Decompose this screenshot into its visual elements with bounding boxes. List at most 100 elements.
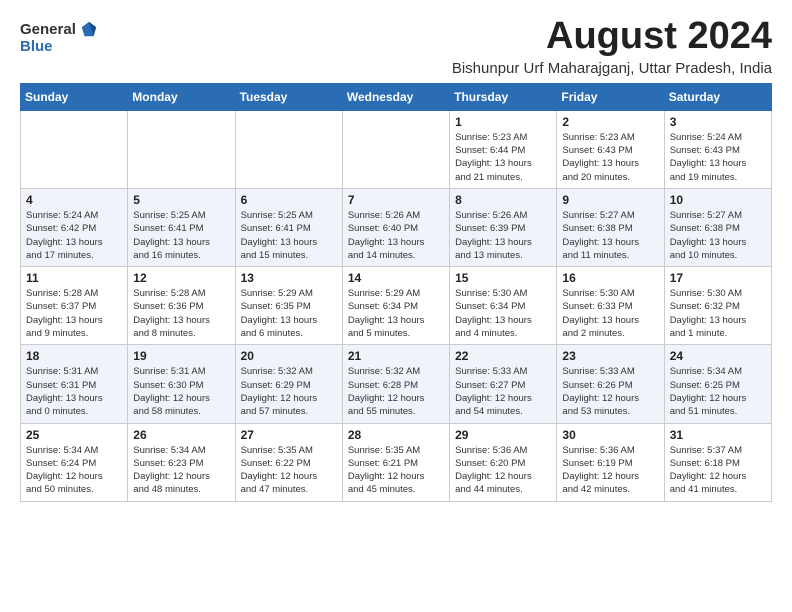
day-info: Sunrise: 5:23 AM Sunset: 6:43 PM Dayligh… bbox=[562, 131, 658, 184]
calendar-header-friday: Friday bbox=[557, 83, 664, 110]
day-number: 29 bbox=[455, 428, 551, 442]
day-number: 12 bbox=[133, 271, 229, 285]
day-number: 3 bbox=[670, 115, 766, 129]
calendar-week-row: 11Sunrise: 5:28 AM Sunset: 6:37 PM Dayli… bbox=[21, 267, 772, 345]
calendar-cell: 31 Sunrise: 5:37 AM Sunset: 6:18 PM Dayli… bbox=[664, 423, 771, 501]
day-number: 22 bbox=[455, 349, 551, 363]
day-info: Sunrise: 5:24 AM Sunset: 6:43 PM Dayligh… bbox=[670, 131, 766, 184]
day-info: Sunrise: 5:23 AM Sunset: 6:44 PM Dayligh… bbox=[455, 131, 551, 184]
calendar-cell: 17 Sunrise: 5:30 AM Sunset: 6:32 PM Dayli… bbox=[664, 267, 771, 345]
day-number: 7 bbox=[348, 193, 444, 207]
day-info: Sunrise: 5:29 AM Sunset: 6:35 PM Dayligh… bbox=[241, 287, 337, 340]
day-info: Sunrise: 5:30 AM Sunset: 6:33 PM Dayligh… bbox=[562, 287, 658, 340]
day-number: 18 bbox=[26, 349, 122, 363]
calendar-cell: 6 Sunrise: 5:25 AM Sunset: 6:41 PM Daylig… bbox=[235, 188, 342, 266]
calendar-cell bbox=[342, 110, 449, 188]
calendar-week-row: 4Sunrise: 5:24 AM Sunset: 6:42 PM Daylig… bbox=[21, 188, 772, 266]
day-number: 11 bbox=[26, 271, 122, 285]
calendar-cell: 14Sunrise: 5:29 AM Sunset: 6:34 PM Dayli… bbox=[342, 267, 449, 345]
calendar-cell: 11Sunrise: 5:28 AM Sunset: 6:37 PM Dayli… bbox=[21, 267, 128, 345]
day-number: 17 bbox=[670, 271, 766, 285]
day-number: 2 bbox=[562, 115, 658, 129]
month-title: August 2024 bbox=[452, 16, 772, 58]
calendar-cell: 10 Sunrise: 5:27 AM Sunset: 6:38 PM Dayli… bbox=[664, 188, 771, 266]
calendar-cell: 21 Sunrise: 5:32 AM Sunset: 6:28 PM Dayli… bbox=[342, 345, 449, 423]
day-number: 13 bbox=[241, 271, 337, 285]
day-number: 20 bbox=[241, 349, 337, 363]
location-title: Bishunpur Urf Maharajganj, Uttar Pradesh… bbox=[452, 60, 772, 77]
logo-general-text: General bbox=[20, 21, 76, 38]
calendar-header-tuesday: Tuesday bbox=[235, 83, 342, 110]
day-info: Sunrise: 5:28 AM Sunset: 6:36 PM Dayligh… bbox=[133, 287, 229, 340]
calendar-cell: 8Sunrise: 5:26 AM Sunset: 6:39 PM Daylig… bbox=[450, 188, 557, 266]
day-info: Sunrise: 5:33 AM Sunset: 6:27 PM Dayligh… bbox=[455, 365, 551, 418]
day-number: 30 bbox=[562, 428, 658, 442]
calendar-header-sunday: Sunday bbox=[21, 83, 128, 110]
day-number: 31 bbox=[670, 428, 766, 442]
day-info: Sunrise: 5:26 AM Sunset: 6:40 PM Dayligh… bbox=[348, 209, 444, 262]
day-info: Sunrise: 5:24 AM Sunset: 6:42 PM Dayligh… bbox=[26, 209, 122, 262]
day-number: 9 bbox=[562, 193, 658, 207]
calendar-header-thursday: Thursday bbox=[450, 83, 557, 110]
logo-blue-text: Blue bbox=[20, 38, 53, 55]
day-info: Sunrise: 5:31 AM Sunset: 6:31 PM Dayligh… bbox=[26, 365, 122, 418]
calendar-cell: 4Sunrise: 5:24 AM Sunset: 6:42 PM Daylig… bbox=[21, 188, 128, 266]
day-info: Sunrise: 5:36 AM Sunset: 6:20 PM Dayligh… bbox=[455, 444, 551, 497]
calendar-cell: 26 Sunrise: 5:34 AM Sunset: 6:23 PM Dayli… bbox=[128, 423, 235, 501]
day-info: Sunrise: 5:35 AM Sunset: 6:22 PM Dayligh… bbox=[241, 444, 337, 497]
calendar-cell: 3 Sunrise: 5:24 AM Sunset: 6:43 PM Daylig… bbox=[664, 110, 771, 188]
calendar-cell: 20 Sunrise: 5:32 AM Sunset: 6:29 PM Dayli… bbox=[235, 345, 342, 423]
day-info: Sunrise: 5:31 AM Sunset: 6:30 PM Dayligh… bbox=[133, 365, 229, 418]
day-info: Sunrise: 5:25 AM Sunset: 6:41 PM Dayligh… bbox=[241, 209, 337, 262]
calendar-cell: 25Sunrise: 5:34 AM Sunset: 6:24 PM Dayli… bbox=[21, 423, 128, 501]
day-number: 1 bbox=[455, 115, 551, 129]
logo: General Blue bbox=[20, 20, 98, 55]
day-info: Sunrise: 5:27 AM Sunset: 6:38 PM Dayligh… bbox=[562, 209, 658, 262]
calendar-cell: 9 Sunrise: 5:27 AM Sunset: 6:38 PM Daylig… bbox=[557, 188, 664, 266]
day-number: 21 bbox=[348, 349, 444, 363]
day-number: 19 bbox=[133, 349, 229, 363]
header: General Blue August 2024 Bishunpur Urf M… bbox=[20, 16, 772, 77]
calendar-cell: 18 Sunrise: 5:31 AM Sunset: 6:31 PM Dayli… bbox=[21, 345, 128, 423]
calendar-cell: 22 Sunrise: 5:33 AM Sunset: 6:27 PM Dayli… bbox=[450, 345, 557, 423]
calendar-cell: 15Sunrise: 5:30 AM Sunset: 6:34 PM Dayli… bbox=[450, 267, 557, 345]
day-info: Sunrise: 5:34 AM Sunset: 6:23 PM Dayligh… bbox=[133, 444, 229, 497]
calendar-cell: 23Sunrise: 5:33 AM Sunset: 6:26 PM Dayli… bbox=[557, 345, 664, 423]
calendar-cell: 12 Sunrise: 5:28 AM Sunset: 6:36 PM Dayli… bbox=[128, 267, 235, 345]
day-number: 6 bbox=[241, 193, 337, 207]
calendar-cell: 2 Sunrise: 5:23 AM Sunset: 6:43 PM Daylig… bbox=[557, 110, 664, 188]
calendar-cell: 24Sunrise: 5:34 AM Sunset: 6:25 PM Dayli… bbox=[664, 345, 771, 423]
calendar-header-row: SundayMondayTuesdayWednesdayThursdayFrid… bbox=[21, 83, 772, 110]
day-number: 16 bbox=[562, 271, 658, 285]
logo-icon bbox=[80, 20, 98, 38]
day-number: 23 bbox=[562, 349, 658, 363]
calendar-week-row: 1 Sunrise: 5:23 AM Sunset: 6:44 PM Daylig… bbox=[21, 110, 772, 188]
day-number: 15 bbox=[455, 271, 551, 285]
title-section: August 2024 Bishunpur Urf Maharajganj, U… bbox=[452, 16, 772, 77]
calendar-cell: 28Sunrise: 5:35 AM Sunset: 6:21 PM Dayli… bbox=[342, 423, 449, 501]
day-info: Sunrise: 5:27 AM Sunset: 6:38 PM Dayligh… bbox=[670, 209, 766, 262]
day-number: 26 bbox=[133, 428, 229, 442]
day-info: Sunrise: 5:32 AM Sunset: 6:28 PM Dayligh… bbox=[348, 365, 444, 418]
day-number: 10 bbox=[670, 193, 766, 207]
calendar-cell: 1 Sunrise: 5:23 AM Sunset: 6:44 PM Daylig… bbox=[450, 110, 557, 188]
calendar-cell bbox=[235, 110, 342, 188]
day-info: Sunrise: 5:26 AM Sunset: 6:39 PM Dayligh… bbox=[455, 209, 551, 262]
day-info: Sunrise: 5:30 AM Sunset: 6:32 PM Dayligh… bbox=[670, 287, 766, 340]
calendar-cell: 27Sunrise: 5:35 AM Sunset: 6:22 PM Dayli… bbox=[235, 423, 342, 501]
day-number: 28 bbox=[348, 428, 444, 442]
day-info: Sunrise: 5:36 AM Sunset: 6:19 PM Dayligh… bbox=[562, 444, 658, 497]
calendar-cell: 13 Sunrise: 5:29 AM Sunset: 6:35 PM Dayli… bbox=[235, 267, 342, 345]
calendar-header-wednesday: Wednesday bbox=[342, 83, 449, 110]
calendar-cell: 30 Sunrise: 5:36 AM Sunset: 6:19 PM Dayli… bbox=[557, 423, 664, 501]
day-info: Sunrise: 5:37 AM Sunset: 6:18 PM Dayligh… bbox=[670, 444, 766, 497]
calendar-header-monday: Monday bbox=[128, 83, 235, 110]
calendar-header-saturday: Saturday bbox=[664, 83, 771, 110]
day-number: 5 bbox=[133, 193, 229, 207]
calendar-cell: 16 Sunrise: 5:30 AM Sunset: 6:33 PM Dayli… bbox=[557, 267, 664, 345]
day-info: Sunrise: 5:32 AM Sunset: 6:29 PM Dayligh… bbox=[241, 365, 337, 418]
calendar-cell: 5Sunrise: 5:25 AM Sunset: 6:41 PM Daylig… bbox=[128, 188, 235, 266]
day-info: Sunrise: 5:34 AM Sunset: 6:24 PM Dayligh… bbox=[26, 444, 122, 497]
day-info: Sunrise: 5:29 AM Sunset: 6:34 PM Dayligh… bbox=[348, 287, 444, 340]
calendar-cell bbox=[21, 110, 128, 188]
